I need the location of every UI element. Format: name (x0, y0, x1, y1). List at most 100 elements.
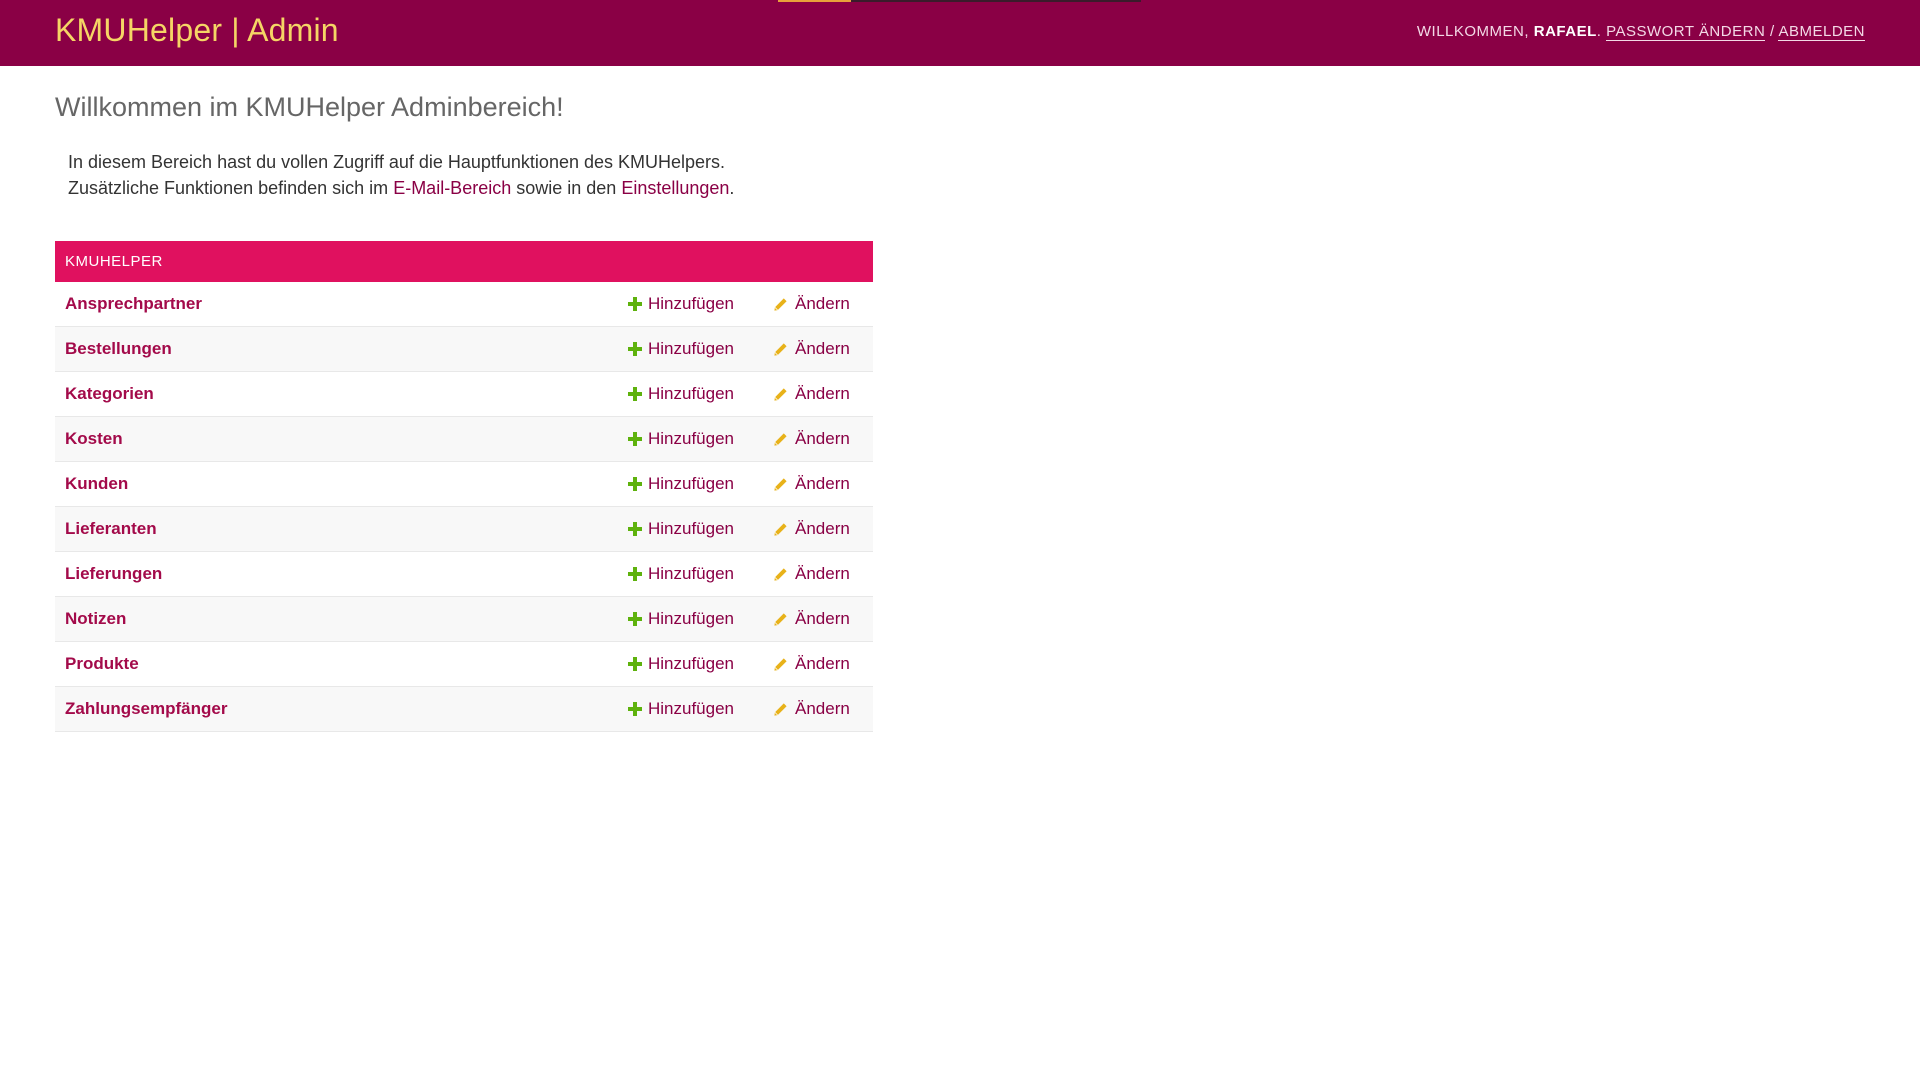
model-link[interactable]: Lieferungen (55, 564, 628, 584)
change-label: Ändern (795, 294, 850, 313)
model-link[interactable]: Zahlungsempfänger (55, 699, 628, 719)
change-link[interactable]: Ändern (773, 654, 873, 674)
add-link[interactable]: Hinzufügen (628, 654, 773, 674)
change-label: Ändern (795, 474, 850, 493)
add-label: Hinzufügen (648, 384, 735, 403)
add-link[interactable]: Hinzufügen (628, 474, 773, 494)
add-label: Hinzufügen (648, 429, 735, 448)
pencil-icon (774, 342, 787, 356)
user-tools-separator: / (1769, 23, 1775, 40)
plus-icon (628, 657, 642, 671)
plus-icon (628, 477, 642, 491)
model-row: Zahlungsempfänger Hinzufügen Ändern (55, 687, 873, 732)
change-label: Ändern (795, 519, 850, 538)
user-tools: Willkommen, Rafael. Passwort ändern / Ab… (1416, 23, 1865, 41)
change-link[interactable]: Ändern (773, 519, 873, 539)
change-link[interactable]: Ändern (773, 384, 873, 404)
loading-bar (778, 0, 1141, 2)
change-label: Ändern (795, 339, 850, 358)
model-row: Kosten Hinzufügen Ändern (55, 417, 873, 462)
page-title: Willkommen im KMUHelper Adminbereich! (55, 92, 564, 122)
intro-line-2-middle: sowie in den (516, 178, 617, 198)
add-label: Hinzufügen (648, 294, 735, 313)
model-row: Produkte Hinzufügen Ändern (55, 642, 873, 687)
model-link[interactable]: Kategorien (55, 384, 628, 404)
add-link[interactable]: Hinzufügen (628, 339, 773, 359)
add-link[interactable]: Hinzufügen (628, 429, 773, 449)
model-link[interactable]: Ansprechpartner (55, 294, 628, 314)
logout-link[interactable]: Abmelden (1778, 23, 1865, 41)
add-label: Hinzufügen (648, 519, 735, 538)
change-label: Ändern (795, 699, 850, 718)
username: Rafael (1533, 23, 1597, 40)
intro-line-2: Zusätzliche Funktionen befinden sich im … (68, 175, 1865, 201)
pencil-icon (774, 297, 787, 311)
pencil-icon (774, 432, 787, 446)
intro-line-1: In diesem Bereich hast du vollen Zugriff… (68, 152, 726, 172)
model-link[interactable]: Lieferanten (55, 519, 628, 539)
plus-icon (628, 432, 642, 446)
pencil-icon (774, 612, 787, 626)
plus-icon (628, 567, 642, 581)
change-label: Ändern (795, 609, 850, 628)
model-row: Bestellungen Hinzufügen Ändern (55, 327, 873, 372)
change-link[interactable]: Ändern (773, 564, 873, 584)
model-link[interactable]: Notizen (55, 609, 628, 629)
loading-bar-progress (778, 0, 851, 2)
main-content: Willkommen im KMUHelper Adminbereich! In… (0, 66, 1920, 732)
add-label: Hinzufügen (648, 699, 735, 718)
model-list: Ansprechpartner Hinzufügen Ändern Bestellun… (55, 282, 873, 732)
add-link[interactable]: Hinzufügen (628, 564, 773, 584)
add-link[interactable]: Hinzufügen (628, 699, 773, 719)
pencil-icon (774, 567, 787, 581)
add-label: Hinzufügen (648, 564, 735, 583)
model-link[interactable]: Produkte (55, 654, 628, 674)
add-link[interactable]: Hinzufügen (628, 609, 773, 629)
intro-text: In diesem Bereich hast du vollen Zugriff… (68, 149, 1865, 201)
change-link[interactable]: Ändern (773, 294, 873, 314)
model-row: Lieferanten Hinzufügen Ändern (55, 507, 873, 552)
change-link[interactable]: Ändern (773, 429, 873, 449)
header: KMUHelper | Admin Willkommen, Rafael. Pa… (0, 0, 1920, 66)
site-branding[interactable]: KMUHelper | Admin (55, 12, 339, 49)
change-label: Ändern (795, 429, 850, 448)
add-link[interactable]: Hinzufügen (628, 294, 773, 314)
module-caption[interactable]: KMUHelper (55, 241, 873, 282)
add-label: Hinzufügen (648, 339, 735, 358)
change-password-link[interactable]: Passwort ändern (1606, 23, 1766, 41)
model-row: Kunden Hinzufügen Ändern (55, 462, 873, 507)
email-area-link[interactable]: E-Mail-Bereich (393, 178, 511, 198)
model-link[interactable]: Kunden (55, 474, 628, 494)
change-link[interactable]: Ändern (773, 474, 873, 494)
model-row: Ansprechpartner Hinzufügen Ändern (55, 282, 873, 327)
add-label: Hinzufügen (648, 474, 735, 493)
change-label: Ändern (795, 654, 850, 673)
intro-line-2-suffix: . (729, 178, 735, 198)
change-link[interactable]: Ändern (773, 699, 873, 719)
pencil-icon (774, 657, 787, 671)
pencil-icon (774, 522, 787, 536)
plus-icon (628, 387, 642, 401)
change-link[interactable]: Ändern (773, 339, 873, 359)
model-link[interactable]: Kosten (55, 429, 628, 449)
model-link[interactable]: Bestellungen (55, 339, 628, 359)
pencil-icon (774, 387, 787, 401)
plus-icon (628, 702, 642, 716)
model-row: Kategorien Hinzufügen Ändern (55, 372, 873, 417)
add-link[interactable]: Hinzufügen (628, 519, 773, 539)
plus-icon (628, 342, 642, 356)
pencil-icon (774, 477, 787, 491)
plus-icon (628, 522, 642, 536)
add-label: Hinzufügen (648, 609, 735, 628)
model-row: Lieferungen Hinzufügen Ändern (55, 552, 873, 597)
welcome-text: Willkommen, (1416, 23, 1530, 40)
change-label: Ändern (795, 564, 850, 583)
app-module-kmuhelper: KMUHelper Ansprechpartner Hinzufügen Änder… (55, 241, 873, 732)
model-row: Notizen Hinzufügen Ändern (55, 597, 873, 642)
add-label: Hinzufügen (648, 654, 735, 673)
intro-line-2-prefix: Zusätzliche Funktionen befinden sich im (68, 178, 389, 198)
add-link[interactable]: Hinzufügen (628, 384, 773, 404)
change-link[interactable]: Ändern (773, 609, 873, 629)
plus-icon (628, 612, 642, 626)
settings-link[interactable]: Einstellungen (621, 178, 729, 198)
